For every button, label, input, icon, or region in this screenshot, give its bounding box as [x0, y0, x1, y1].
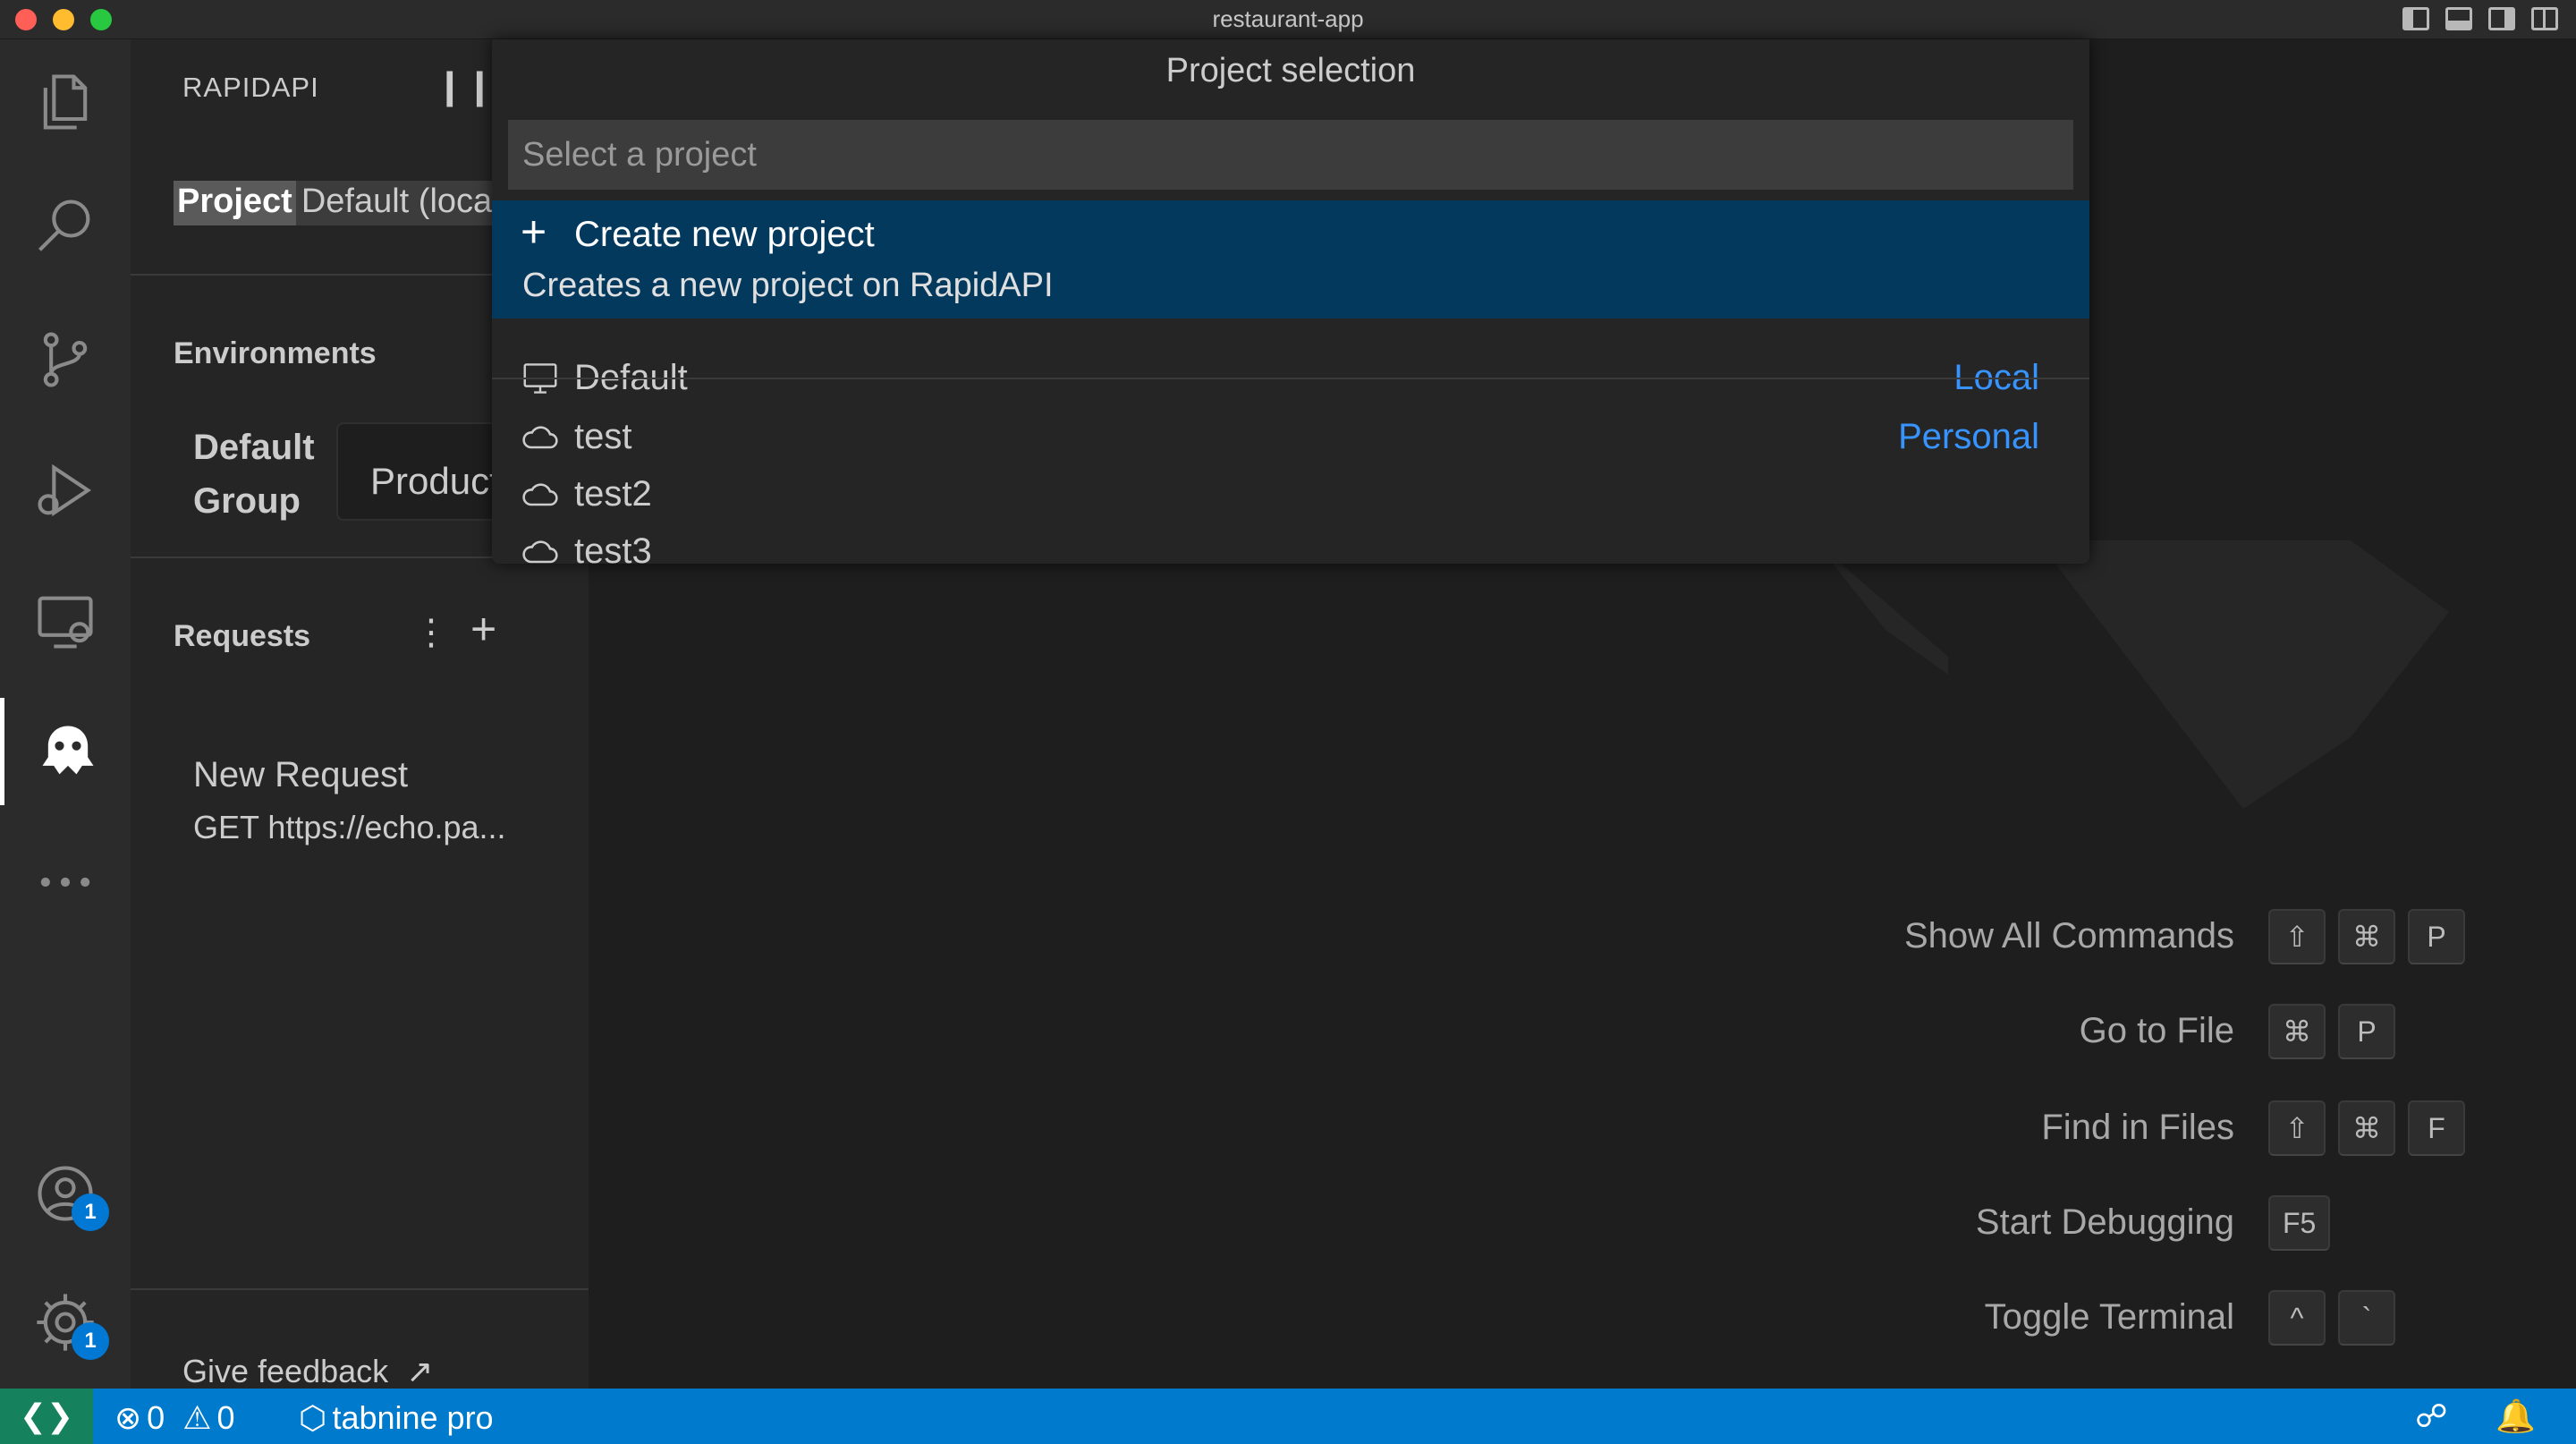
toggle-panel-icon[interactable]	[2445, 7, 2472, 30]
key-cap: F5	[2268, 1195, 2331, 1251]
error-count: 0	[147, 1399, 165, 1436]
accounts-badge: 1	[72, 1193, 109, 1231]
rapidapi-icon[interactable]	[0, 698, 131, 805]
key-cap: `	[2338, 1290, 2395, 1346]
create-new-project-item[interactable]: + Create new project Creates a new proje…	[492, 200, 2089, 319]
cloud-icon	[522, 426, 558, 449]
requests-title: Requests	[174, 619, 311, 653]
project-search-input[interactable]: Select a project	[508, 120, 2073, 190]
shortcut-keys: ⇧ ⌘ F	[2268, 1100, 2465, 1156]
shortcut-keys: ⇧ ⌘ P	[2268, 909, 2465, 964]
project-item-test3[interactable]: test3	[492, 522, 2089, 580]
notifications-bell-icon[interactable]: 🔔	[2496, 1397, 2536, 1435]
project-selector[interactable]: Project Default (local)	[174, 181, 496, 225]
tabnine-icon: ⬡	[299, 1399, 327, 1436]
key-cap: P	[2338, 1004, 2395, 1059]
title-bar: restaurant-app	[0, 0, 2576, 39]
warning-icon: ⚠	[182, 1399, 212, 1436]
remote-indicator-icon[interactable]: ❮❯	[0, 1389, 93, 1444]
accounts-icon[interactable]: 1	[0, 1140, 131, 1247]
search-icon[interactable]	[0, 174, 131, 281]
settings-badge: 1	[72, 1322, 109, 1360]
status-bar: ❮❯ ⊗ 0 ⚠ 0 ⬡ tabnine pro ☍ 🔔	[0, 1389, 2576, 1444]
feedback-label: Give feedback	[182, 1353, 389, 1389]
activity-bar: 1 1	[0, 39, 131, 1389]
tabnine-status[interactable]: ⬡ tabnine pro	[299, 1399, 494, 1437]
project-name: test2	[574, 474, 652, 514]
vscode-watermark-icon	[1814, 540, 2449, 809]
problems-indicator[interactable]: ⊗ 0 ⚠ 0	[114, 1399, 235, 1437]
project-item-test[interactable]: test Personal	[492, 408, 2089, 465]
request-name[interactable]: New Request	[193, 755, 408, 795]
project-scope: Personal	[1898, 417, 2039, 456]
shortcut-keys: ⌘ P	[2268, 1004, 2395, 1059]
customize-layout-icon[interactable]	[2531, 7, 2558, 30]
key-cap: ^	[2268, 1290, 2326, 1346]
key-cap: F	[2408, 1100, 2465, 1156]
explorer-icon[interactable]	[0, 48, 131, 156]
create-project-description: Creates a new project on RapidAPI	[522, 267, 1054, 304]
toggle-primary-sidebar-icon[interactable]	[2402, 7, 2429, 30]
request-url[interactable]: GET https://echo.pa...	[193, 809, 506, 846]
more-icon[interactable]	[0, 828, 131, 936]
tabnine-label: tabnine pro	[332, 1399, 494, 1436]
divider	[492, 378, 2089, 379]
shortcut-label: Show All Commands	[1903, 916, 2234, 956]
cloud-icon	[522, 540, 558, 564]
run-debug-icon[interactable]	[0, 437, 131, 544]
project-name: test3	[574, 531, 652, 571]
shortcut-keys: ^ `	[2268, 1290, 2395, 1346]
shortcut-label: Start Debugging	[1975, 1202, 2234, 1242]
error-icon: ⊗	[114, 1399, 142, 1436]
environments-title: Environments	[174, 336, 377, 370]
add-request-button[interactable]: +	[470, 603, 496, 655]
window-title: restaurant-app	[1212, 5, 1364, 32]
cloud-icon	[522, 483, 558, 506]
shortcut-label: Go to File	[2079, 1011, 2234, 1050]
settings-gear-icon[interactable]: 1	[0, 1269, 131, 1376]
project-selection-quick-pick: Project selection Select a project + Cre…	[492, 39, 2089, 571]
sidebar-title: RAPIDAPI	[182, 72, 319, 103]
shortcut-keys: F5	[2268, 1195, 2331, 1251]
layout-controls	[2402, 7, 2558, 30]
project-value[interactable]: Default (local)	[295, 181, 496, 225]
shortcut-label: Find in Files	[2041, 1108, 2234, 1147]
create-project-label: Create new project	[574, 215, 875, 254]
key-cap: ⌘	[2268, 1004, 2326, 1059]
project-label: Project	[174, 181, 296, 225]
source-control-icon[interactable]	[0, 306, 131, 413]
toggle-secondary-sidebar-icon[interactable]	[2488, 7, 2515, 30]
give-feedback-link[interactable]: Give feedback ↗	[182, 1353, 433, 1390]
plus-icon: +	[521, 207, 547, 257]
divider	[131, 1288, 589, 1290]
warning-count: 0	[216, 1399, 235, 1436]
env-group-name: Default Group	[193, 428, 315, 521]
project-item-test2[interactable]: test2	[492, 465, 2089, 522]
shortcut-label: Toggle Terminal	[1984, 1297, 2234, 1337]
feedback-icon[interactable]: ☍	[2415, 1397, 2447, 1435]
key-cap: ⇧	[2268, 909, 2326, 964]
key-cap: P	[2408, 909, 2465, 964]
requests-more-icon[interactable]: ⋮	[413, 612, 449, 653]
quick-pick-title: Project selection	[1165, 52, 1416, 89]
external-link-icon: ↗	[406, 1353, 434, 1389]
project-name: test	[574, 417, 632, 456]
key-cap: ⇧	[2268, 1100, 2326, 1156]
key-cap: ⌘	[2338, 909, 2395, 964]
remote-explorer-icon[interactable]	[0, 567, 131, 675]
key-cap: ⌘	[2338, 1100, 2395, 1156]
